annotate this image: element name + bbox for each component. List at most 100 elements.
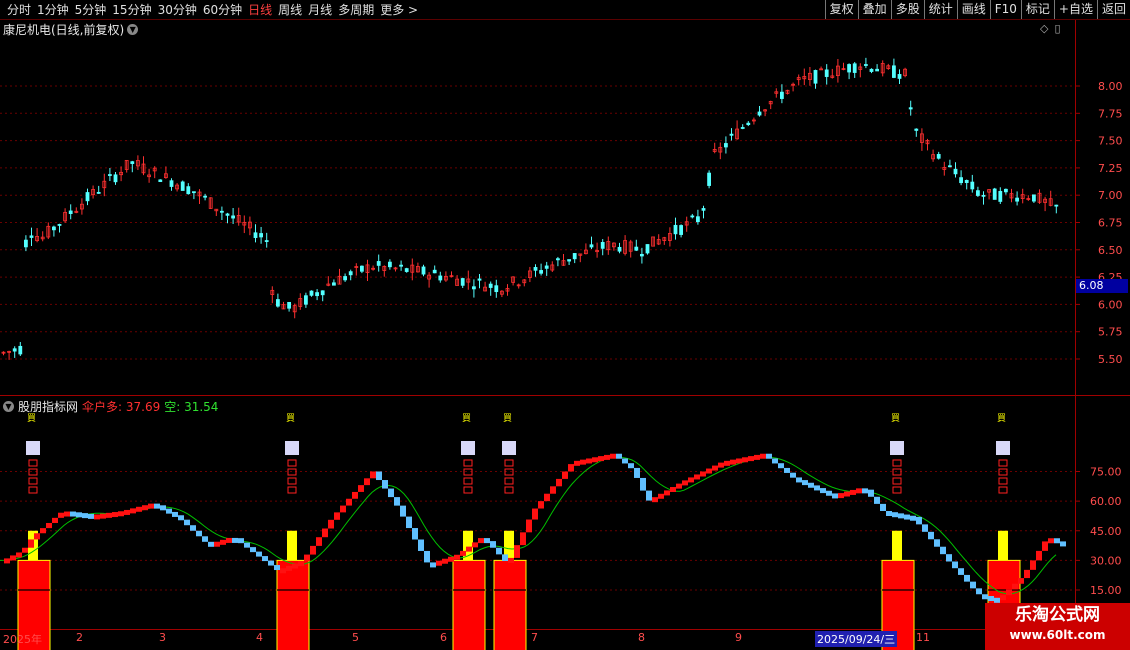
indicator-step — [844, 491, 850, 497]
candle-body — [348, 271, 353, 276]
indicator-step — [640, 477, 646, 491]
candle-body — [897, 74, 902, 79]
signal-marker-glyph — [892, 459, 902, 467]
indicator-step — [436, 560, 442, 566]
candle-body — [673, 224, 678, 235]
date-cursor-label: 2025/09/24/三 — [815, 631, 898, 647]
maximize-icon[interactable]: ▯ — [1054, 22, 1060, 35]
candle-body — [970, 181, 975, 190]
buy-signal-label: 買 — [997, 413, 1006, 424]
indicator-step — [952, 561, 958, 569]
date-label: 6 — [440, 631, 447, 644]
candle-body — [460, 278, 465, 286]
signal-marker-glyph — [998, 459, 1008, 467]
date-label: 2025年 — [3, 633, 42, 646]
candle-body — [488, 283, 493, 288]
signal-marker-glyph — [504, 477, 514, 485]
signal-marker — [890, 441, 904, 455]
indicator-tick-label: 15.00 — [1090, 584, 1122, 597]
indicator-step — [658, 493, 664, 499]
indicator-step — [478, 538, 484, 544]
indicator-step — [400, 505, 406, 517]
candle-body — [780, 91, 784, 99]
indicator-step — [148, 503, 154, 509]
indicator-step — [94, 514, 100, 520]
date-label: 3 — [159, 631, 166, 644]
candle-body — [847, 64, 851, 73]
indicator-step — [334, 512, 340, 520]
candle-body — [572, 253, 577, 260]
indicator-step — [532, 508, 538, 520]
candle-body — [387, 261, 392, 268]
candle-body — [908, 107, 913, 110]
date-label: 2 — [76, 631, 83, 644]
buy-signal-label: 買 — [503, 413, 512, 424]
date-label: 5 — [352, 631, 359, 644]
price-tick-label: 6.50 — [1098, 244, 1123, 257]
signal-marker — [26, 441, 40, 455]
candle-body — [96, 191, 101, 194]
candle-body — [191, 191, 196, 194]
indicator-step — [598, 456, 604, 462]
indicator-step — [886, 511, 892, 516]
indicator-step — [922, 524, 928, 532]
price-tick-label: 6.75 — [1098, 217, 1123, 230]
indicator-step — [838, 493, 844, 499]
indicator-step — [40, 528, 46, 534]
indicator-step — [748, 456, 754, 462]
indicator-step — [190, 525, 196, 531]
candle-body — [640, 253, 644, 257]
candle-body — [724, 143, 728, 148]
indicator-step — [526, 519, 532, 533]
indicator-step — [520, 532, 526, 546]
indicator-menu-icon[interactable]: ▼ — [3, 401, 14, 412]
signal-marker-glyph — [998, 486, 1008, 494]
indicator-step — [730, 459, 736, 465]
indicator-step — [1060, 541, 1066, 547]
indicator-step — [778, 463, 784, 469]
signal-bar — [998, 530, 1008, 561]
candle-body — [130, 161, 135, 164]
indicator-step — [814, 485, 820, 491]
candle-body — [52, 226, 56, 231]
window-controls: ◇ ▯ — [1040, 22, 1061, 35]
indicator-step — [208, 541, 214, 547]
candle-body — [729, 133, 734, 136]
diamond-icon[interactable]: ◇ — [1040, 22, 1048, 35]
date-label: 11 — [916, 631, 930, 644]
signal-marker — [461, 441, 475, 455]
chevron-down-icon[interactable]: ▼ — [127, 24, 139, 35]
candle-body — [544, 265, 549, 269]
indicator-title: ▼ 股朋指标网 伞户多: 37.69 空: 31.54 — [3, 398, 218, 415]
candle-body — [696, 216, 700, 223]
indicator-step — [70, 511, 76, 517]
candle-body — [533, 267, 538, 271]
indicator-step — [508, 557, 514, 563]
candle-body — [471, 286, 476, 290]
indicator-tick-label: 30.00 — [1090, 554, 1122, 567]
candle-body — [964, 179, 969, 184]
indicator-long-value: 伞户多: 37.69 — [82, 400, 161, 414]
indicator-step — [946, 554, 952, 562]
indicator-step — [130, 508, 136, 514]
indicator-step — [310, 545, 316, 555]
indicator-step — [586, 458, 592, 464]
indicator-step — [880, 503, 886, 511]
indicator-step — [16, 552, 22, 558]
indicator-step — [328, 519, 334, 529]
candle-body — [275, 299, 280, 307]
indicator-step — [850, 489, 856, 495]
indicator-step — [706, 468, 712, 474]
indicator-step — [166, 508, 172, 514]
indicator-step — [118, 511, 124, 517]
candle-body — [158, 179, 163, 183]
indicator-step — [772, 458, 778, 464]
indicator-step — [220, 539, 226, 545]
candle-body — [679, 225, 683, 235]
candle-body — [477, 278, 482, 281]
watermark-logo: 乐淘公式网 www.60lt.com — [985, 603, 1130, 650]
indicator-step — [652, 497, 658, 503]
candle-body — [600, 242, 605, 249]
candle-body — [231, 215, 236, 219]
indicator-step — [874, 496, 880, 504]
